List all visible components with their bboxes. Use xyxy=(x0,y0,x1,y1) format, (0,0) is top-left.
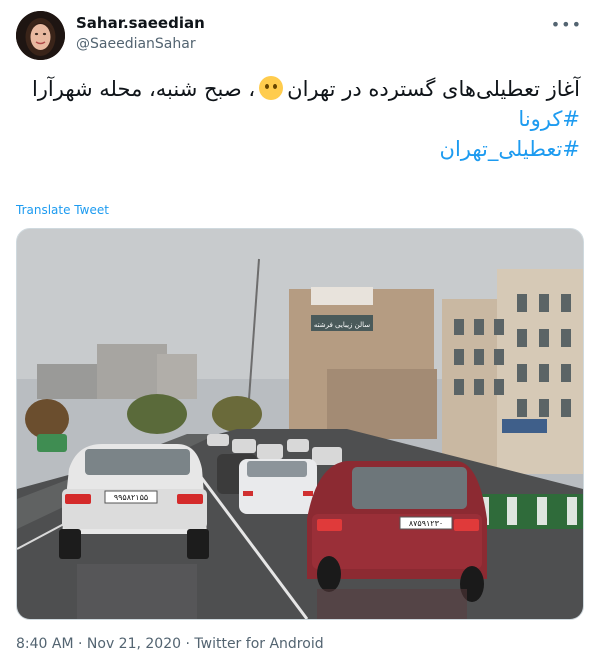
woozy-face-emoji-icon xyxy=(259,76,284,100)
hashtag-link[interactable]: #تعطیلی_تهران xyxy=(440,137,580,161)
tweet-source[interactable]: Twitter for Android xyxy=(194,636,323,652)
tweet-line: آغاز تعطیلی‌های گسترده در تهران ، صبح شنب… xyxy=(20,74,580,104)
user-handle[interactable]: @SaeedianSahar xyxy=(76,36,196,52)
license-plate-text: ۸۷۵۹۱۲۳۰ xyxy=(409,519,443,528)
avatar-image xyxy=(16,11,65,60)
tweet-footer: 8:40 AM · Nov 21, 2020 · Twitter for And… xyxy=(16,636,324,652)
billboard-sign xyxy=(311,287,373,305)
billboard-text: سالن زیبایی فرشته xyxy=(314,321,370,329)
license-plate-text: ۹۹۵۸۲۱۵۵ xyxy=(114,493,148,502)
separator-dot: · xyxy=(73,636,87,652)
tweet-time[interactable]: 8:40 AM xyxy=(16,636,74,652)
tweet-line: #تعطیلی_تهران xyxy=(20,134,580,164)
street-traffic-photo: سالن زیبایی فرشته ۹۹۵۸۲۱۵۵ ۸۷۵۹۱۲۳۰ xyxy=(17,229,583,619)
tweet-text: آغاز تعطیلی‌های گسترده در تهران ، صبح شنب… xyxy=(20,74,580,164)
avatar[interactable] xyxy=(16,11,65,60)
tweet-text-part: آغاز تعطیلی‌های گسترده در تهران xyxy=(287,77,580,101)
hashtag-link[interactable]: #کرونا xyxy=(518,107,580,131)
ellipsis-icon[interactable]: ••• xyxy=(551,15,582,34)
tweet-card: Sahar.saeedian @SaeedianSahar ••• آغاز ت… xyxy=(0,0,598,663)
separator-dot: · xyxy=(181,636,195,652)
tweet-date[interactable]: Nov 21, 2020 xyxy=(87,636,181,652)
tweet-text-part: ، صبح شنبه، محله شهرآرا xyxy=(31,77,256,101)
tweet-line: #کرونا xyxy=(20,104,580,134)
tweet-photo[interactable]: سالن زیبایی فرشته ۹۹۵۸۲۱۵۵ ۸۷۵۹۱۲۳۰ xyxy=(16,228,584,620)
translate-tweet-link[interactable]: Translate Tweet xyxy=(16,203,109,217)
display-name[interactable]: Sahar.saeedian xyxy=(76,14,205,32)
